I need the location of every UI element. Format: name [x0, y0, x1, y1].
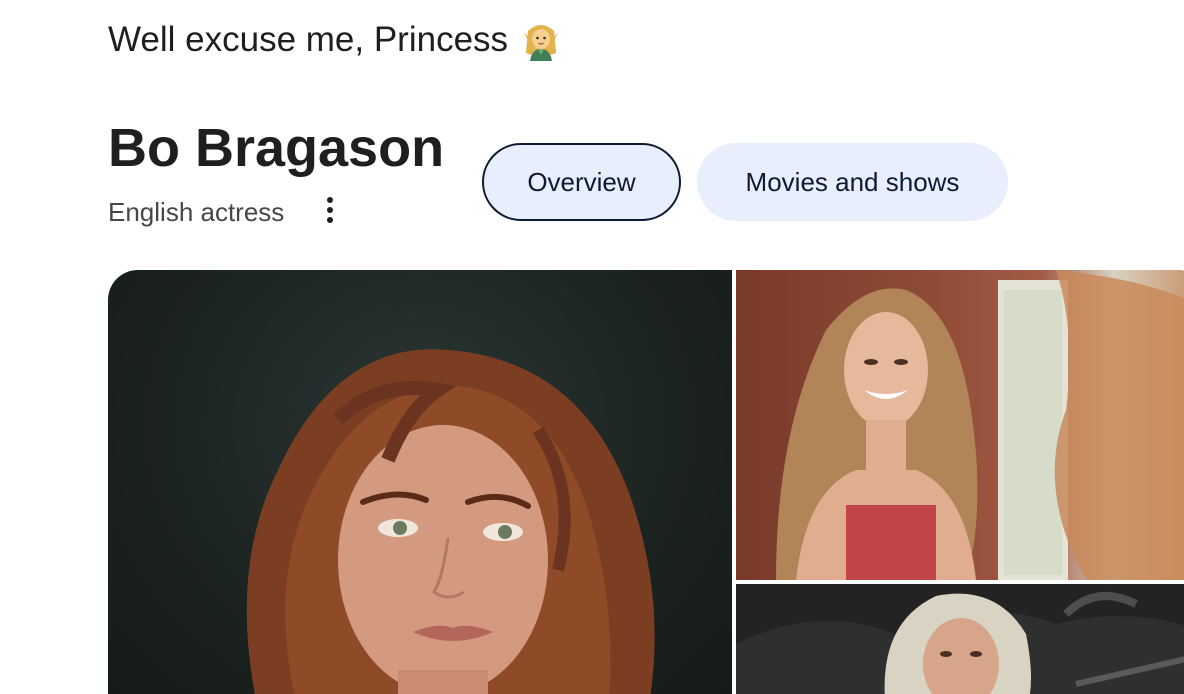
- image-gallery: [108, 270, 1184, 694]
- banner-heading: Well excuse me, Princess: [108, 18, 562, 62]
- more-options-button[interactable]: [315, 192, 345, 228]
- more-vert-icon: [325, 196, 335, 224]
- banner-heading-text: Well excuse me, Princess: [108, 20, 509, 59]
- entity-title: Bo Bragason: [108, 118, 445, 178]
- tab-movies-and-shows-label: Movies and shows: [745, 166, 960, 197]
- smiling-photo[interactable]: [736, 270, 1184, 580]
- portrait-photo[interactable]: [108, 270, 732, 694]
- search-result-page: Well excuse me, Princess Bo Bragason Eng…: [0, 0, 1184, 694]
- elf-woman-emoji-icon: [520, 19, 562, 61]
- tab-overview[interactable]: Overview: [482, 143, 681, 221]
- entity-subtitle: English actress: [108, 197, 285, 227]
- tab-overview-label: Overview: [527, 166, 636, 197]
- bonnet-photo[interactable]: [736, 584, 1184, 694]
- tab-movies-and-shows[interactable]: Movies and shows: [697, 143, 1008, 221]
